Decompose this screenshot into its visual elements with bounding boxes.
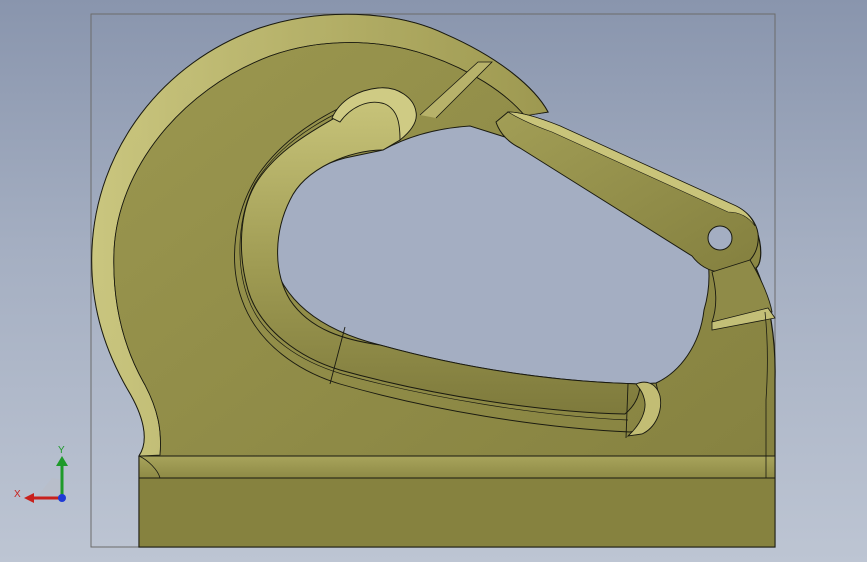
latch-pivot-hole[interactable] (707, 225, 733, 251)
model-viewport[interactable] (0, 0, 867, 562)
base-top-band (138, 455, 776, 479)
x-axis-label: X (14, 489, 21, 500)
coordinate-triad: Y X (14, 445, 68, 503)
y-axis-arrowhead (56, 456, 68, 466)
base-block[interactable] (138, 477, 776, 548)
x-axis-arrowhead (24, 493, 34, 503)
y-axis-label: Y (58, 445, 65, 456)
z-axis-dot (58, 494, 66, 502)
